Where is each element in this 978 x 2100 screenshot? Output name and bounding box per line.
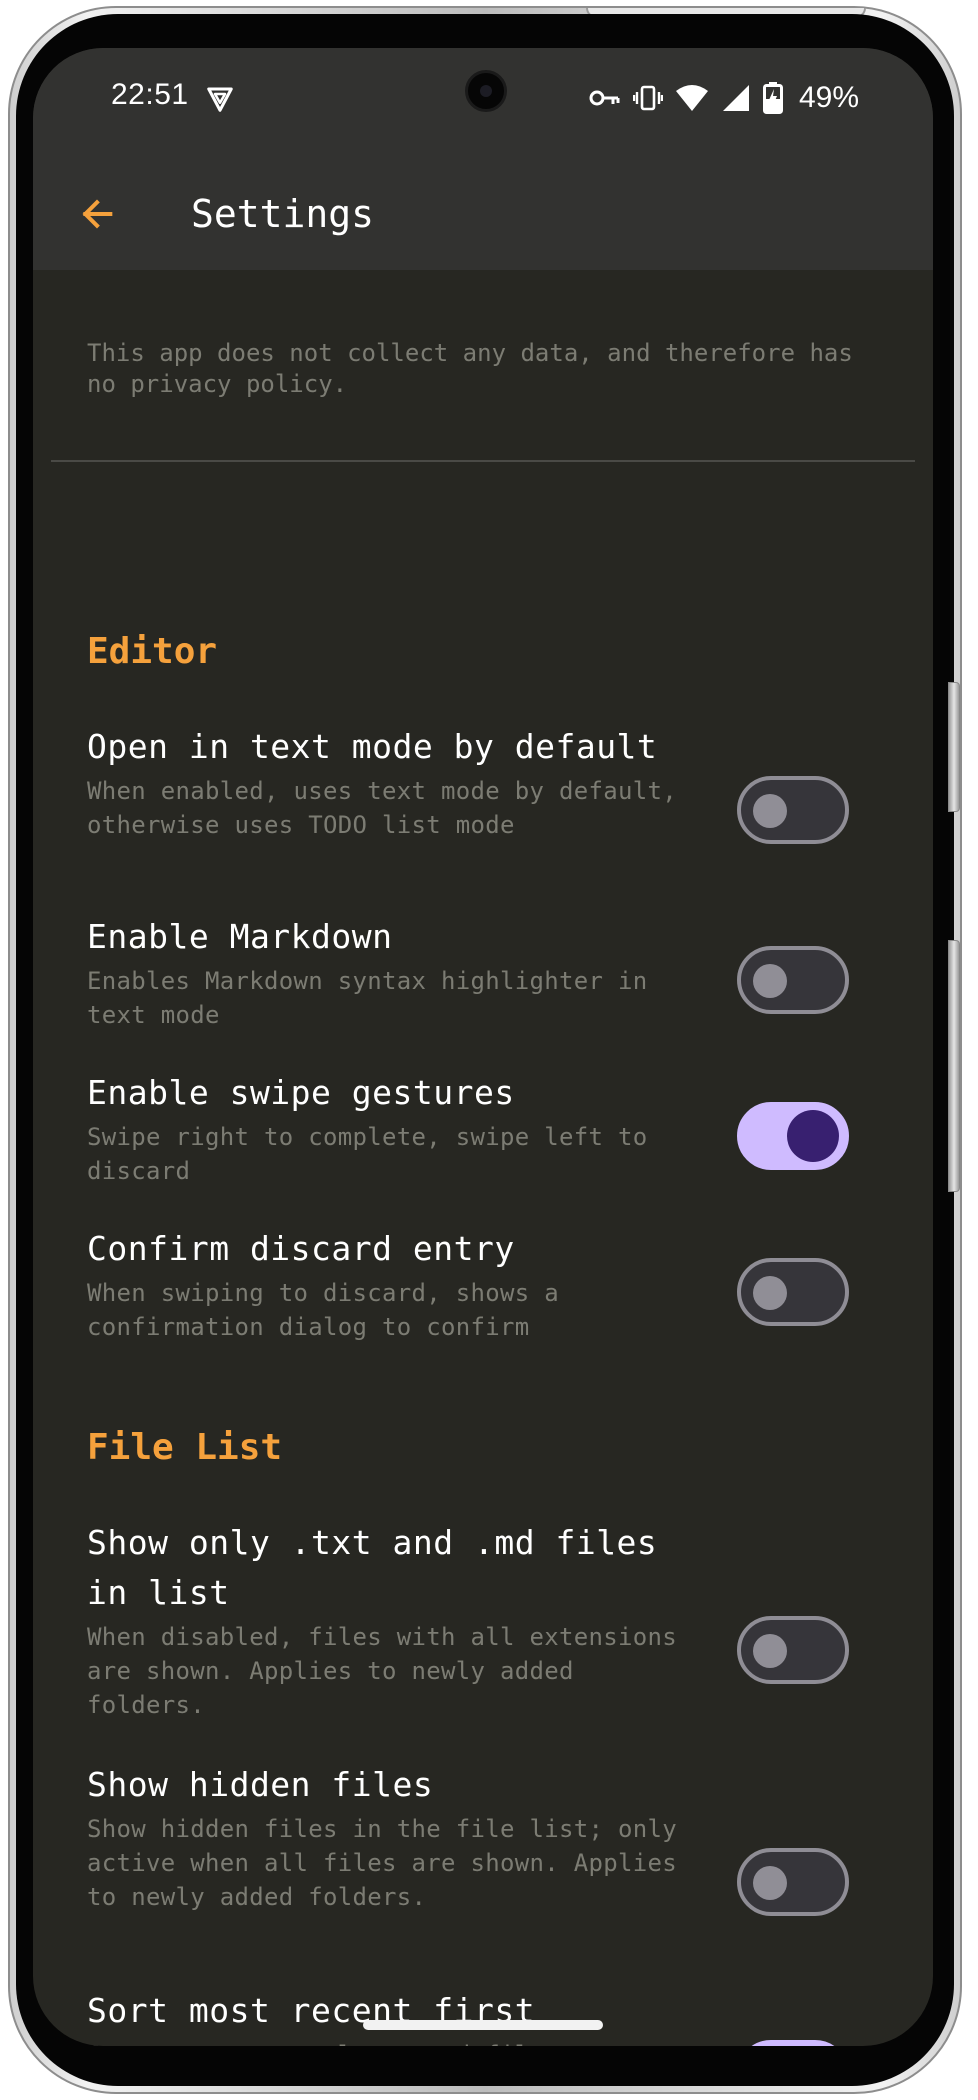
toggle-confirm-discard[interactable]	[737, 1258, 849, 1326]
home-indicator[interactable]	[363, 2020, 603, 2030]
pref-title: Show hidden files	[87, 1765, 434, 1804]
status-clock: 22:51	[111, 78, 189, 111]
pref-open-text-mode[interactable]: Open in text mode by default When enable…	[33, 722, 933, 894]
switch-thumb	[787, 1110, 839, 1162]
pref-summary: Enables Markdown syntax highlighter in t…	[87, 967, 648, 1029]
switch-thumb	[753, 964, 787, 998]
battery-percent: 49%	[798, 81, 859, 114]
app-bar: Settings	[33, 158, 933, 270]
front-camera	[465, 70, 507, 112]
pref-summary: When disabled, files with all extensions…	[87, 1623, 677, 1719]
pref-summary: When enabled, uses text mode by default,…	[87, 777, 677, 839]
switch-thumb	[753, 1276, 787, 1310]
pref-summary: Sorts most recently opened files to	[87, 2038, 677, 2046]
pref-show-hidden-files[interactable]: Show hidden files Show hidden files in t…	[33, 1760, 933, 1946]
switch-thumb	[753, 1634, 787, 1668]
battery-charging-icon	[762, 82, 783, 114]
key-icon	[589, 90, 620, 106]
switch-thumb	[753, 794, 787, 828]
divider	[51, 460, 915, 462]
page-title: Settings	[191, 192, 375, 236]
back-button[interactable]	[69, 186, 125, 242]
pref-enable-swipe-gestures[interactable]: Enable swipe gestures Swipe right to com…	[33, 1068, 933, 1186]
wifi-icon	[675, 85, 708, 111]
section-header-editor: Editor	[87, 631, 218, 672]
pref-title: Enable Markdown	[87, 917, 393, 956]
vpn-shield-icon	[207, 87, 233, 112]
toggle-open-text-mode[interactable]	[737, 776, 849, 844]
settings-list[interactable]: This app does not collect any data, and …	[33, 270, 933, 2046]
toggle-enable-swipe-gestures[interactable]	[737, 1102, 849, 1170]
pref-title: Confirm discard entry	[87, 1229, 515, 1268]
pref-sort-most-recent[interactable]: Sort most recent first Sorts most recent…	[33, 1986, 933, 2046]
volume-button	[948, 682, 960, 812]
section-header-file-list: File List	[87, 1427, 283, 1468]
pref-summary: Swipe right to complete, swipe left to d…	[87, 1123, 648, 1185]
toggle-sort-most-recent[interactable]	[737, 2040, 849, 2046]
status-bar: 22:51 49%	[33, 48, 933, 158]
pref-summary: Show hidden files in the file list; only…	[87, 1815, 677, 1911]
pref-title: Show only .txt and .md files in list	[87, 1523, 658, 1612]
screen: 22:51 49% Settings This app does not col…	[33, 48, 933, 2046]
privacy-notice: This app does not collect any data, and …	[87, 339, 853, 398]
vibrate-icon	[632, 85, 663, 111]
toggle-enable-markdown[interactable]	[737, 946, 849, 1014]
power-button	[948, 940, 960, 1192]
pref-show-only-txt-md[interactable]: Show only .txt and .md files in list Whe…	[33, 1518, 933, 1722]
toggle-show-only-txt-md[interactable]	[737, 1616, 849, 1684]
pref-summary: When swiping to discard, shows a confirm…	[87, 1279, 559, 1341]
pref-enable-markdown[interactable]: Enable Markdown Enables Markdown syntax …	[33, 912, 933, 1030]
switch-thumb	[753, 1866, 787, 1900]
arrow-back-icon	[82, 199, 113, 229]
status-icons: 49%	[589, 78, 859, 118]
pref-title: Open in text mode by default	[87, 727, 658, 766]
cell-signal-icon	[722, 85, 749, 111]
pref-title: Enable swipe gestures	[87, 1073, 515, 1112]
toggle-show-hidden-files[interactable]	[737, 1848, 849, 1916]
pref-confirm-discard[interactable]: Confirm discard entry When swiping to di…	[33, 1224, 933, 1342]
